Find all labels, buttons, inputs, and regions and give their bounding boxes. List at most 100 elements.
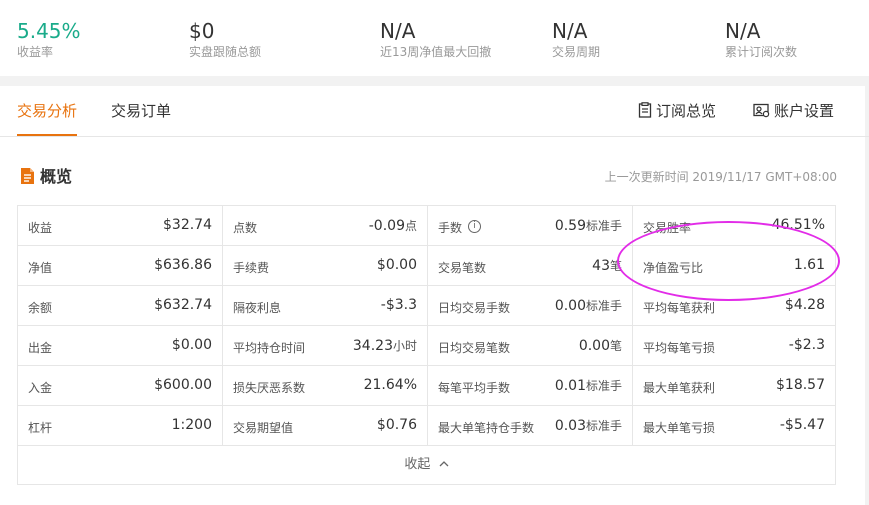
account-settings-link[interactable]: 账户设置 [753, 101, 834, 121]
metric-number: $0.76 [376, 417, 417, 433]
stat-value: 5.45% [17, 19, 81, 43]
stat-return-rate: 5.45% 收益率 [17, 18, 81, 60]
metric-label: 平均每笔获利 [643, 301, 716, 315]
metric-cell: 日均交易笔数 0.00笔 [428, 326, 633, 366]
metric-number: 43 [592, 258, 610, 274]
stat-trade-period: N/A 交易周期 [552, 18, 600, 60]
table-row: 入金 $600.00 损失厌恶系数 21.64% 每笔平均手数 0.01标准手 最大单笔获利… [18, 366, 835, 406]
collapse-button[interactable]: 收起 [18, 446, 835, 484]
metric-value: $18.57 [776, 377, 825, 393]
metric-cell: 交易期望值 $0.76 [223, 406, 428, 446]
section-divider [0, 76, 869, 86]
metric-label: 净值盈亏比 [643, 261, 704, 275]
table-row: 杠杆 1:200 交易期望值 $0.76 最大单笔持仓手数 0.03标准手 最大单笔亏损 -$… [18, 406, 835, 446]
metric-value: 0.00笔 [579, 337, 622, 354]
metric-unit: 标准手 [585, 299, 622, 313]
metric-value: 43笔 [592, 257, 622, 274]
metric-cell: 出金 $0.00 [18, 326, 223, 366]
metric-number: $0.00 [376, 257, 417, 273]
stats-bar: 5.45% 收益率 $0 实盘跟随总额 N/A 近13周净值最大回撤 N/A 交… [0, 0, 869, 76]
metric-cell: 最大单笔获利 $18.57 [633, 366, 835, 406]
metric-value: 0.00标准手 [555, 297, 622, 314]
metric-number: 21.64% [363, 377, 417, 393]
account-settings-icon [753, 103, 770, 118]
stat-label: 近13周净值最大回撤 [380, 45, 492, 59]
stat-label: 实盘跟随总额 [189, 45, 262, 59]
stat-follow-total: $0 实盘跟随总额 [189, 18, 261, 60]
metric-label: 手数 [438, 221, 463, 235]
metric-value: -$2.3 [789, 337, 825, 353]
metric-label: 最大单笔亏损 [643, 421, 716, 435]
stat-value: N/A [380, 19, 416, 43]
metric-cell: 手数 i 0.59标准手 [428, 206, 633, 246]
metric-label: 损失厌恶系数 [233, 381, 306, 395]
metric-value: 0.03标准手 [555, 417, 622, 434]
table-row: 余额 $632.74 隔夜利息 -$3.3 日均交易手数 0.00标准手 平均每笔获利 $4.… [18, 286, 835, 326]
clipboard-icon [638, 102, 652, 118]
metric-cell: 平均每笔亏损 -$2.3 [633, 326, 835, 366]
tab-trade-analysis[interactable]: 交易分析 [17, 101, 78, 136]
metric-label: 最大单笔持仓手数 [438, 421, 535, 435]
metric-number: $636.86 [154, 257, 212, 273]
metric-value: 21.64% [364, 377, 417, 393]
info-icon[interactable]: i [468, 220, 481, 233]
metric-cell: 每笔平均手数 0.01标准手 [428, 366, 633, 406]
metric-label: 日均交易笔数 [438, 341, 511, 355]
metric-cell: 平均持仓时间 34.23小时 [223, 326, 428, 366]
metric-unit: 标准手 [585, 419, 622, 433]
metric-label: 最大单笔获利 [643, 381, 716, 395]
metric-label: 平均持仓时间 [233, 341, 306, 355]
metric-label: 交易笔数 [438, 261, 487, 275]
metric-value: $4.28 [785, 297, 825, 313]
page-edge [865, 86, 869, 505]
metric-cell: 收益 $32.74 [18, 206, 223, 246]
metric-label: 交易胜率 [643, 221, 692, 235]
metric-number: -$3.3 [380, 297, 417, 313]
metric-cell: 损失厌恶系数 21.64% [223, 366, 428, 406]
metric-label: 隔夜利息 [233, 301, 282, 315]
metric-value: 46.51% [772, 217, 825, 233]
metric-unit: 小时 [392, 339, 417, 353]
metric-number: -$2.3 [788, 337, 825, 353]
metric-label: 日均交易手数 [438, 301, 511, 315]
subscription-overview-label: 订阅总览 [656, 102, 717, 120]
metric-cell: 净值盈亏比 1.61 [633, 246, 835, 286]
overview-metrics-table: 杠杆 1:200 交易期望值 $0.76 最大单笔持仓手数 0.03标准手 最大单笔亏损 -$… [17, 205, 836, 485]
metric-value: 0.01标准手 [555, 377, 622, 394]
metric-label: 入金 [28, 381, 53, 395]
stat-subscriptions: N/A 累计订阅次数 [725, 18, 797, 60]
stat-label: 累计订阅次数 [725, 45, 798, 59]
metric-value: $0.00 [172, 337, 212, 353]
metric-value: 0.59标准手 [555, 217, 622, 234]
metric-label: 杠杆 [28, 421, 53, 435]
tab-bar: 交易分析 交易订单 订阅总览 账户设置 [0, 86, 869, 137]
tab-trade-orders[interactable]: 交易订单 [111, 101, 171, 121]
metric-number: 46.51% [771, 217, 825, 233]
metric-number: 0.59 [554, 218, 586, 234]
metric-value: 34.23小时 [353, 337, 417, 354]
metric-label: 点数 [233, 221, 258, 235]
metric-value: 1:200 [172, 417, 212, 433]
metric-number: 0.00 [578, 338, 610, 354]
last-updated-text: 上一次更新时间 2019/11/17 GMT+08:00 [604, 170, 837, 184]
metric-label: 余额 [28, 301, 53, 315]
metric-cell: 最大单笔亏损 -$5.47 [633, 406, 835, 446]
metric-number: 1:200 [171, 417, 212, 433]
metric-value: -$3.3 [381, 297, 417, 313]
metric-number: 0.03 [554, 418, 586, 434]
metric-number: -$5.47 [779, 417, 825, 433]
metric-cell: 隔夜利息 -$3.3 [223, 286, 428, 326]
stat-label: 收益率 [17, 45, 54, 59]
metric-label: 平均每笔亏损 [643, 341, 716, 355]
metric-label: 手续费 [233, 261, 270, 275]
stat-value: $0 [189, 19, 215, 43]
metric-number: $32.74 [163, 217, 212, 233]
metric-value: $600.00 [154, 377, 212, 393]
metric-value: $632.74 [154, 297, 212, 313]
metric-unit: 标准手 [585, 219, 622, 233]
subscription-overview-link[interactable]: 订阅总览 [638, 101, 716, 121]
metric-cell: 净值 $636.86 [18, 246, 223, 286]
account-settings-label: 账户设置 [774, 102, 835, 120]
stat-value: N/A [725, 19, 761, 43]
stat-label: 交易周期 [552, 45, 601, 59]
